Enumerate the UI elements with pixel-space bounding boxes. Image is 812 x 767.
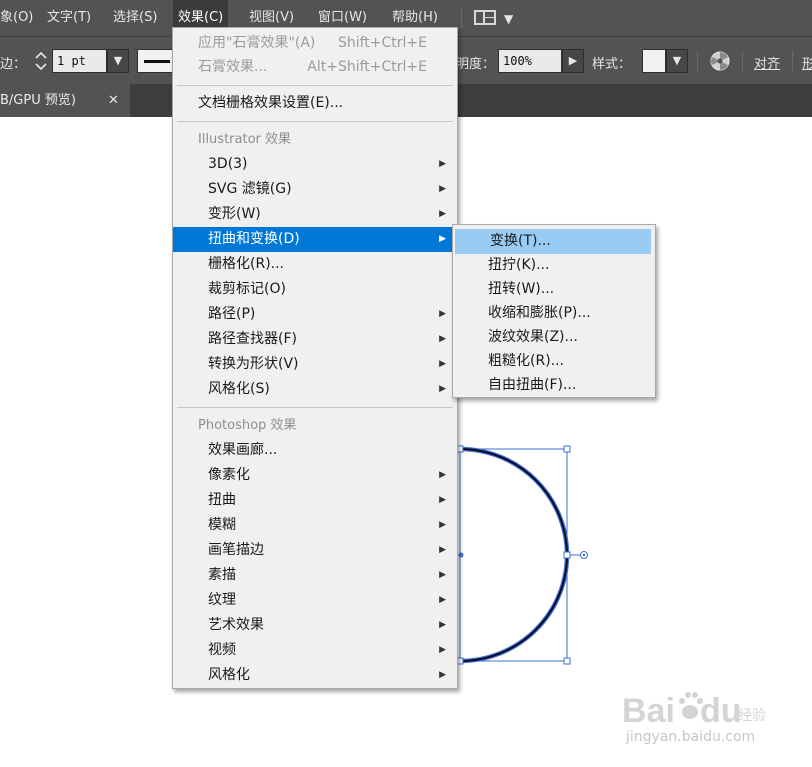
stroke-weight-field[interactable]: 1 pt [52,49,107,73]
submenu-arrow-icon: ▶ [439,384,446,394]
menu-item-convert-to-shape[interactable]: 转换为形状(V) ▶ [173,352,457,377]
menu-item-artistic[interactable]: 艺术效果 ▶ [173,613,457,638]
menu-item-3d[interactable]: 3D(3) ▶ [173,152,457,177]
submenu-arrow-icon: ▶ [439,570,446,580]
menu-item-rasterize[interactable]: 栅格化(R)... [173,252,457,277]
menu-separator [177,85,453,86]
menu-item-pathfinder[interactable]: 路径查找器(F) ▶ [173,327,457,352]
svg-text:Bai: Bai [622,692,675,730]
stroke-label: 边： [0,57,27,72]
shortcut-label: Shift+Ctrl+E [337,35,427,51]
control-divider [697,51,698,71]
submenu-item-twist[interactable]: 扭转(W)... [453,277,655,302]
section-illustrator-effects: Illustrator 效果 [198,132,292,147]
submenu-item-free-distort[interactable]: 自由扭曲(F)... [453,373,655,398]
submenu-arrow-icon: ▶ [439,334,446,344]
resize-handle[interactable] [563,657,571,665]
menu-item-path[interactable]: 路径(P) ▶ [173,302,457,327]
opacity-arrow-button[interactable]: ▶ [562,49,584,73]
recolor-artwork-icon[interactable] [709,50,731,72]
rotate-handle-dot [582,553,586,557]
menu-item-distort-transform[interactable]: 扭曲和变换(D) ▶ [173,227,457,252]
submenu-arrow-icon: ▶ [439,234,446,244]
submenu-item-roughen[interactable]: 粗糙化(R)... [453,349,655,374]
submenu-arrow-icon: ▶ [439,520,446,530]
submenu-arrow-icon: ▶ [439,470,446,480]
control-divider [742,51,743,71]
svg-text:经验: 经验 [738,708,766,724]
shortcut-label: Alt+Shift+Ctrl+E [307,59,427,75]
stroke-stepper-icon[interactable] [33,49,49,73]
svg-text:du: du [700,692,742,730]
style-label: 样式： [592,57,632,72]
transform-link[interactable]: 形 [802,53,812,72]
menu-item-stylize-photoshop[interactable]: 风格化 ▶ [173,663,457,688]
center-point [458,552,464,558]
menu-item-apply-last-effect[interactable]: 应用"石膏效果"(A) Shift+Ctrl+E [173,31,457,56]
distort-transform-submenu: 变换(T)... 扭拧(K)... 扭转(W)... 收缩和膨胀(P)... 波… [452,224,656,398]
align-link[interactable]: 对齐 [754,53,780,72]
baidu-watermark-logo: Bai du 经验 [622,692,766,730]
menu-object[interactable]: 象(O) [0,0,33,36]
submenu-arrow-icon: ▶ [439,645,446,655]
submenu-item-free-distort-pucker[interactable]: 扭拧(K)... [453,253,655,278]
opacity-field[interactable]: 100% [498,49,562,73]
document-tab[interactable]: B/GPU 预览) ✕ [0,84,130,117]
section-photoshop-effects: Photoshop 效果 [198,418,297,433]
stroke-profile-preview[interactable] [137,49,177,73]
menu-item-svg-filters[interactable]: SVG 滤镜(G) ▶ [173,177,457,202]
menu-type[interactable]: 文字(T) [47,0,91,36]
menu-item-document-raster-settings[interactable]: 文档栅格效果设置(E)... [173,91,457,116]
style-swatch[interactable] [642,49,666,73]
stroke-weight-dropdown[interactable]: ▼ [107,49,129,73]
menu-item-effect-gallery[interactable]: 效果画廊... [173,438,457,463]
menu-item-texture[interactable]: 纹理 ▶ [173,588,457,613]
submenu-arrow-icon: ▶ [439,359,446,369]
watermark-url: jingyan.baidu.com [626,729,756,745]
menu-separator [177,121,453,122]
menu-item-blur[interactable]: 模糊 ▶ [173,513,457,538]
submenu-arrow-icon: ▶ [439,159,446,169]
submenu-arrow-icon: ▶ [439,309,446,319]
chevron-down-icon[interactable]: ▼ [504,12,513,26]
menu-item-crop-marks[interactable]: 裁剪标记(O) [173,277,457,302]
menu-item-video[interactable]: 视频 ▶ [173,638,457,663]
document-tab-label: B/GPU 预览) [0,93,76,108]
submenu-item-pucker-bloat[interactable]: 收缩和膨胀(P)... [453,301,655,326]
submenu-arrow-icon: ▶ [439,184,446,194]
menu-item-brush-strokes[interactable]: 画笔描边 ▶ [173,538,457,563]
menu-separator [177,407,453,408]
workspace-switcher-icon[interactable] [474,10,496,25]
submenu-arrow-icon: ▶ [439,670,446,680]
resize-handle[interactable] [563,445,571,453]
menu-item-warp[interactable]: 变形(W) ▶ [173,202,457,227]
close-icon[interactable]: ✕ [108,84,119,117]
submenu-arrow-icon: ▶ [439,620,446,630]
resize-handle[interactable] [563,551,571,559]
submenu-item-transform[interactable]: 变换(T)... [455,229,651,254]
submenu-arrow-icon: ▶ [439,545,446,555]
menu-item-distort[interactable]: 扭曲 ▶ [173,488,457,513]
menu-item-pixelate[interactable]: 像素化 ▶ [173,463,457,488]
menu-item-stylize-illustrator[interactable]: 风格化(S) ▶ [173,377,457,402]
style-dropdown[interactable]: ▼ [666,49,688,73]
submenu-item-zig-zag[interactable]: 波纹效果(Z)... [453,325,655,350]
menu-item-last-effect[interactable]: 石膏效果... Alt+Shift+Ctrl+E [173,55,457,80]
menu-select[interactable]: 选择(S) [113,0,157,36]
opacity-label: 明度： [456,57,496,72]
menu-divider [461,8,462,28]
submenu-arrow-icon: ▶ [439,595,446,605]
effect-menu: 应用"石膏效果"(A) Shift+Ctrl+E 石膏效果... Alt+Shi… [172,27,458,689]
control-divider [792,51,793,71]
submenu-arrow-icon: ▶ [439,209,446,219]
menu-item-sketch[interactable]: 素描 ▶ [173,563,457,588]
submenu-arrow-icon: ▶ [439,495,446,505]
